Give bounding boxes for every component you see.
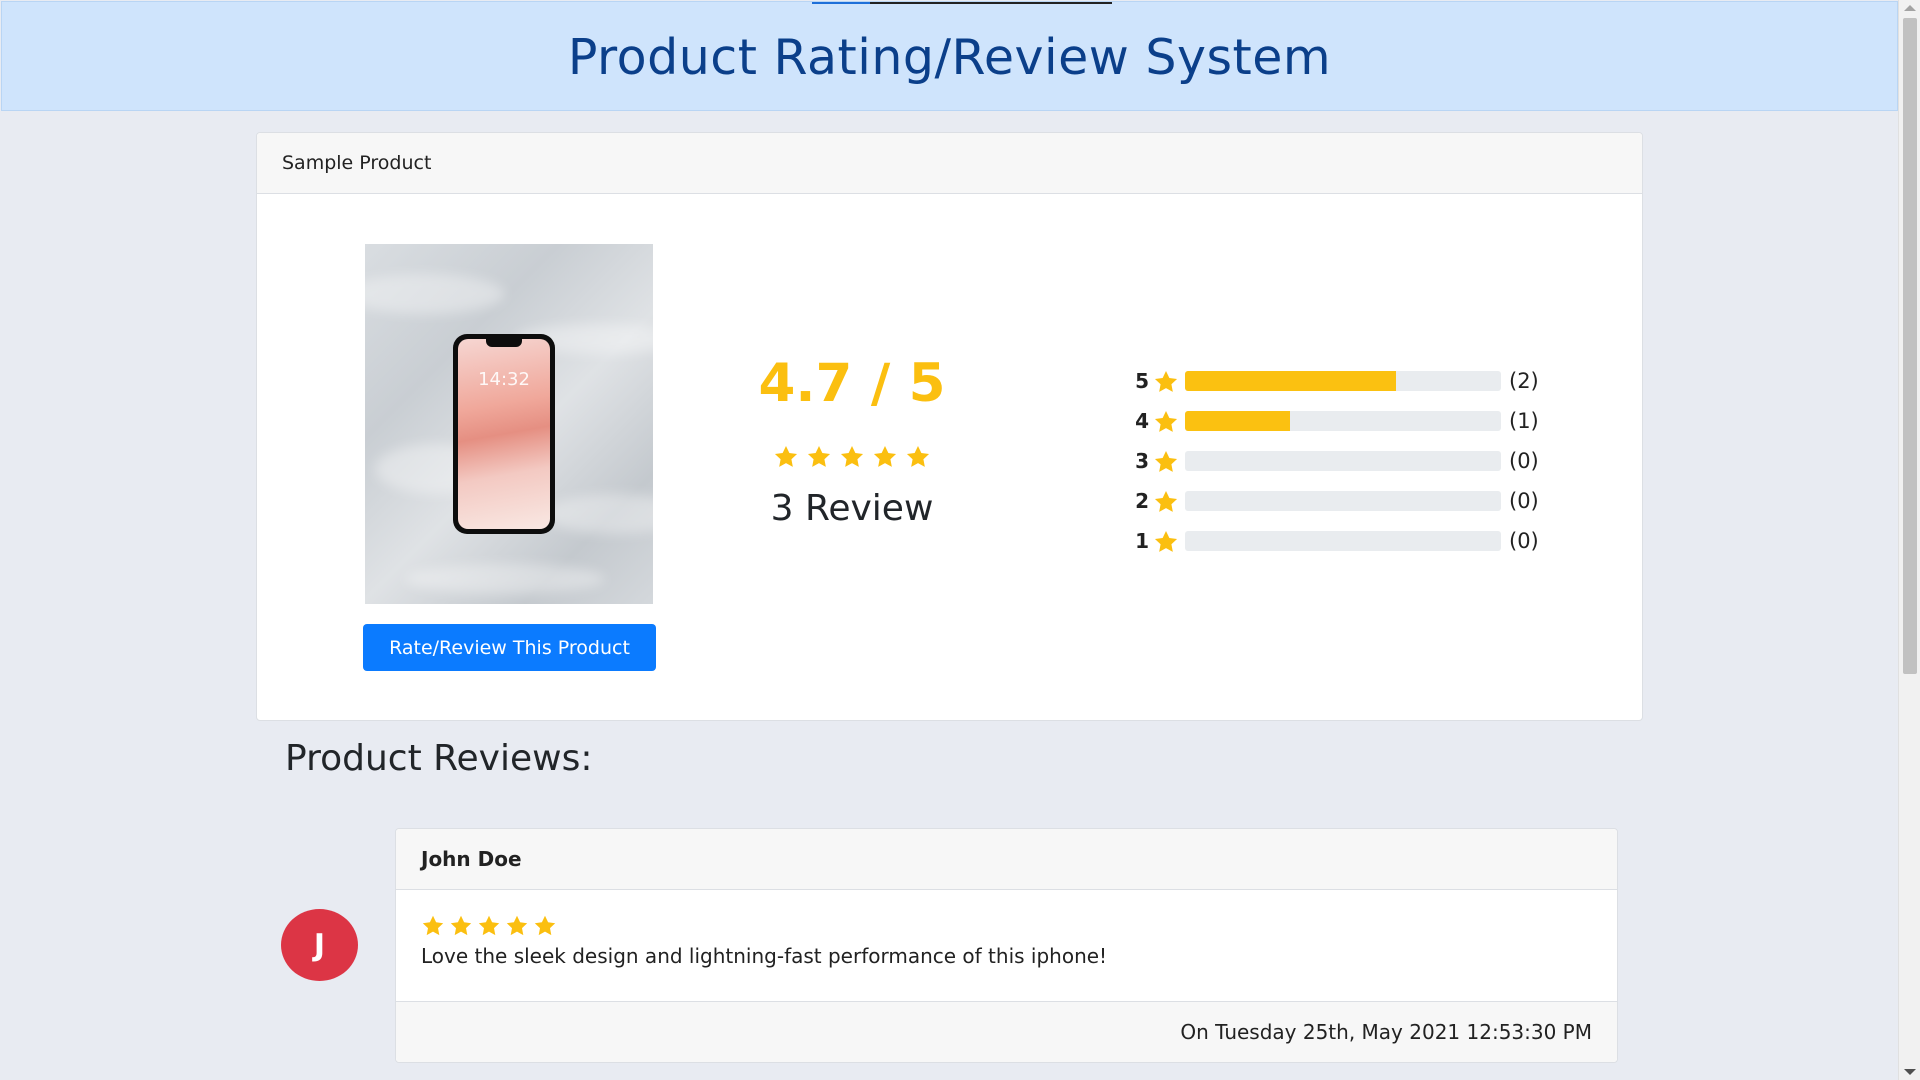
star-icon [839,444,865,470]
summary-stars [732,444,972,470]
rating-progress-bar [1185,491,1501,511]
rate-review-button[interactable]: Rate/Review This Product [363,624,656,671]
rating-row-1: 1 (0) [1133,521,1553,561]
star-icon [1153,409,1179,433]
scroll-down-icon[interactable] [1904,1069,1916,1075]
rating-row-5: 5 (2) [1133,361,1553,401]
app-header: Product Rating/Review System [1,1,1898,111]
star-icon [806,444,832,470]
review-body: Love the sleek design and lightning-fast… [396,890,1617,1001]
rating-progress-bar [1185,371,1501,391]
phone-picture: 14:32 [453,334,555,534]
page-title: Product Rating/Review System [567,28,1332,86]
star-icon [1153,529,1179,553]
product-image: 14:32 [365,244,653,604]
page-scrollbar[interactable] [1898,0,1920,1080]
rating-row-4: 4 (1) [1133,401,1553,441]
rating-row-count: (0) [1509,489,1539,513]
header-accent-line [812,2,1112,4]
review-stars [421,914,1592,938]
review-author: John Doe [396,829,1617,890]
star-icon [533,914,557,938]
review-date: On Tuesday 25th, May 2021 12:53:30 PM [396,1001,1617,1062]
rating-summary: 4.7 / 5 3 Review [732,353,972,529]
rating-progress-bar [1185,411,1501,431]
product-name: Sample Product [257,133,1642,194]
rating-row-label: 4 [1135,409,1149,433]
star-icon [421,914,445,938]
rating-progress-bar [1185,531,1501,551]
rating-row-3: 3 (0) [1133,441,1553,481]
star-icon [905,444,931,470]
review-card: John Doe Love the sleek design and light… [395,828,1618,1063]
review-count: 3 Review [770,488,934,529]
scrollbar-thumb[interactable] [1903,18,1917,674]
star-icon [773,444,799,470]
star-icon [505,914,529,938]
rating-row-label: 3 [1135,449,1149,473]
product-card: Sample Product 14:32 Rate/Review This Pr… [256,132,1643,721]
rating-row-count: (1) [1509,409,1539,433]
scroll-up-icon[interactable] [1904,5,1916,11]
star-icon [449,914,473,938]
rating-row-label: 5 [1135,369,1149,393]
review-text: Love the sleek design and lightning-fast… [421,944,1108,968]
average-rating: 4.7 / 5 [758,353,946,414]
rating-row-label: 2 [1135,489,1149,513]
rating-progress-fill [1185,411,1291,431]
rating-progress-bar [1185,451,1501,471]
rating-row-2: 2 (0) [1133,481,1553,521]
reviews-heading: Product Reviews: [285,738,593,779]
star-icon [1153,449,1179,473]
rating-row-label: 1 [1135,529,1149,553]
phone-lockscreen-time: 14:32 [478,369,530,390]
star-icon [1153,369,1179,393]
page: Product Rating/Review System Sample Prod… [0,0,1898,1080]
rating-progress-fill [1185,371,1396,391]
rating-row-count: (2) [1509,369,1539,393]
rating-row-count: (0) [1509,529,1539,553]
star-icon [872,444,898,470]
rating-breakdown: 5 (2) 4 (1) 3 (0) 2 (0) 1 (0) [1133,361,1553,561]
rating-row-count: (0) [1509,449,1539,473]
avatar: J [281,909,358,981]
star-icon [477,914,501,938]
star-icon [1153,489,1179,513]
